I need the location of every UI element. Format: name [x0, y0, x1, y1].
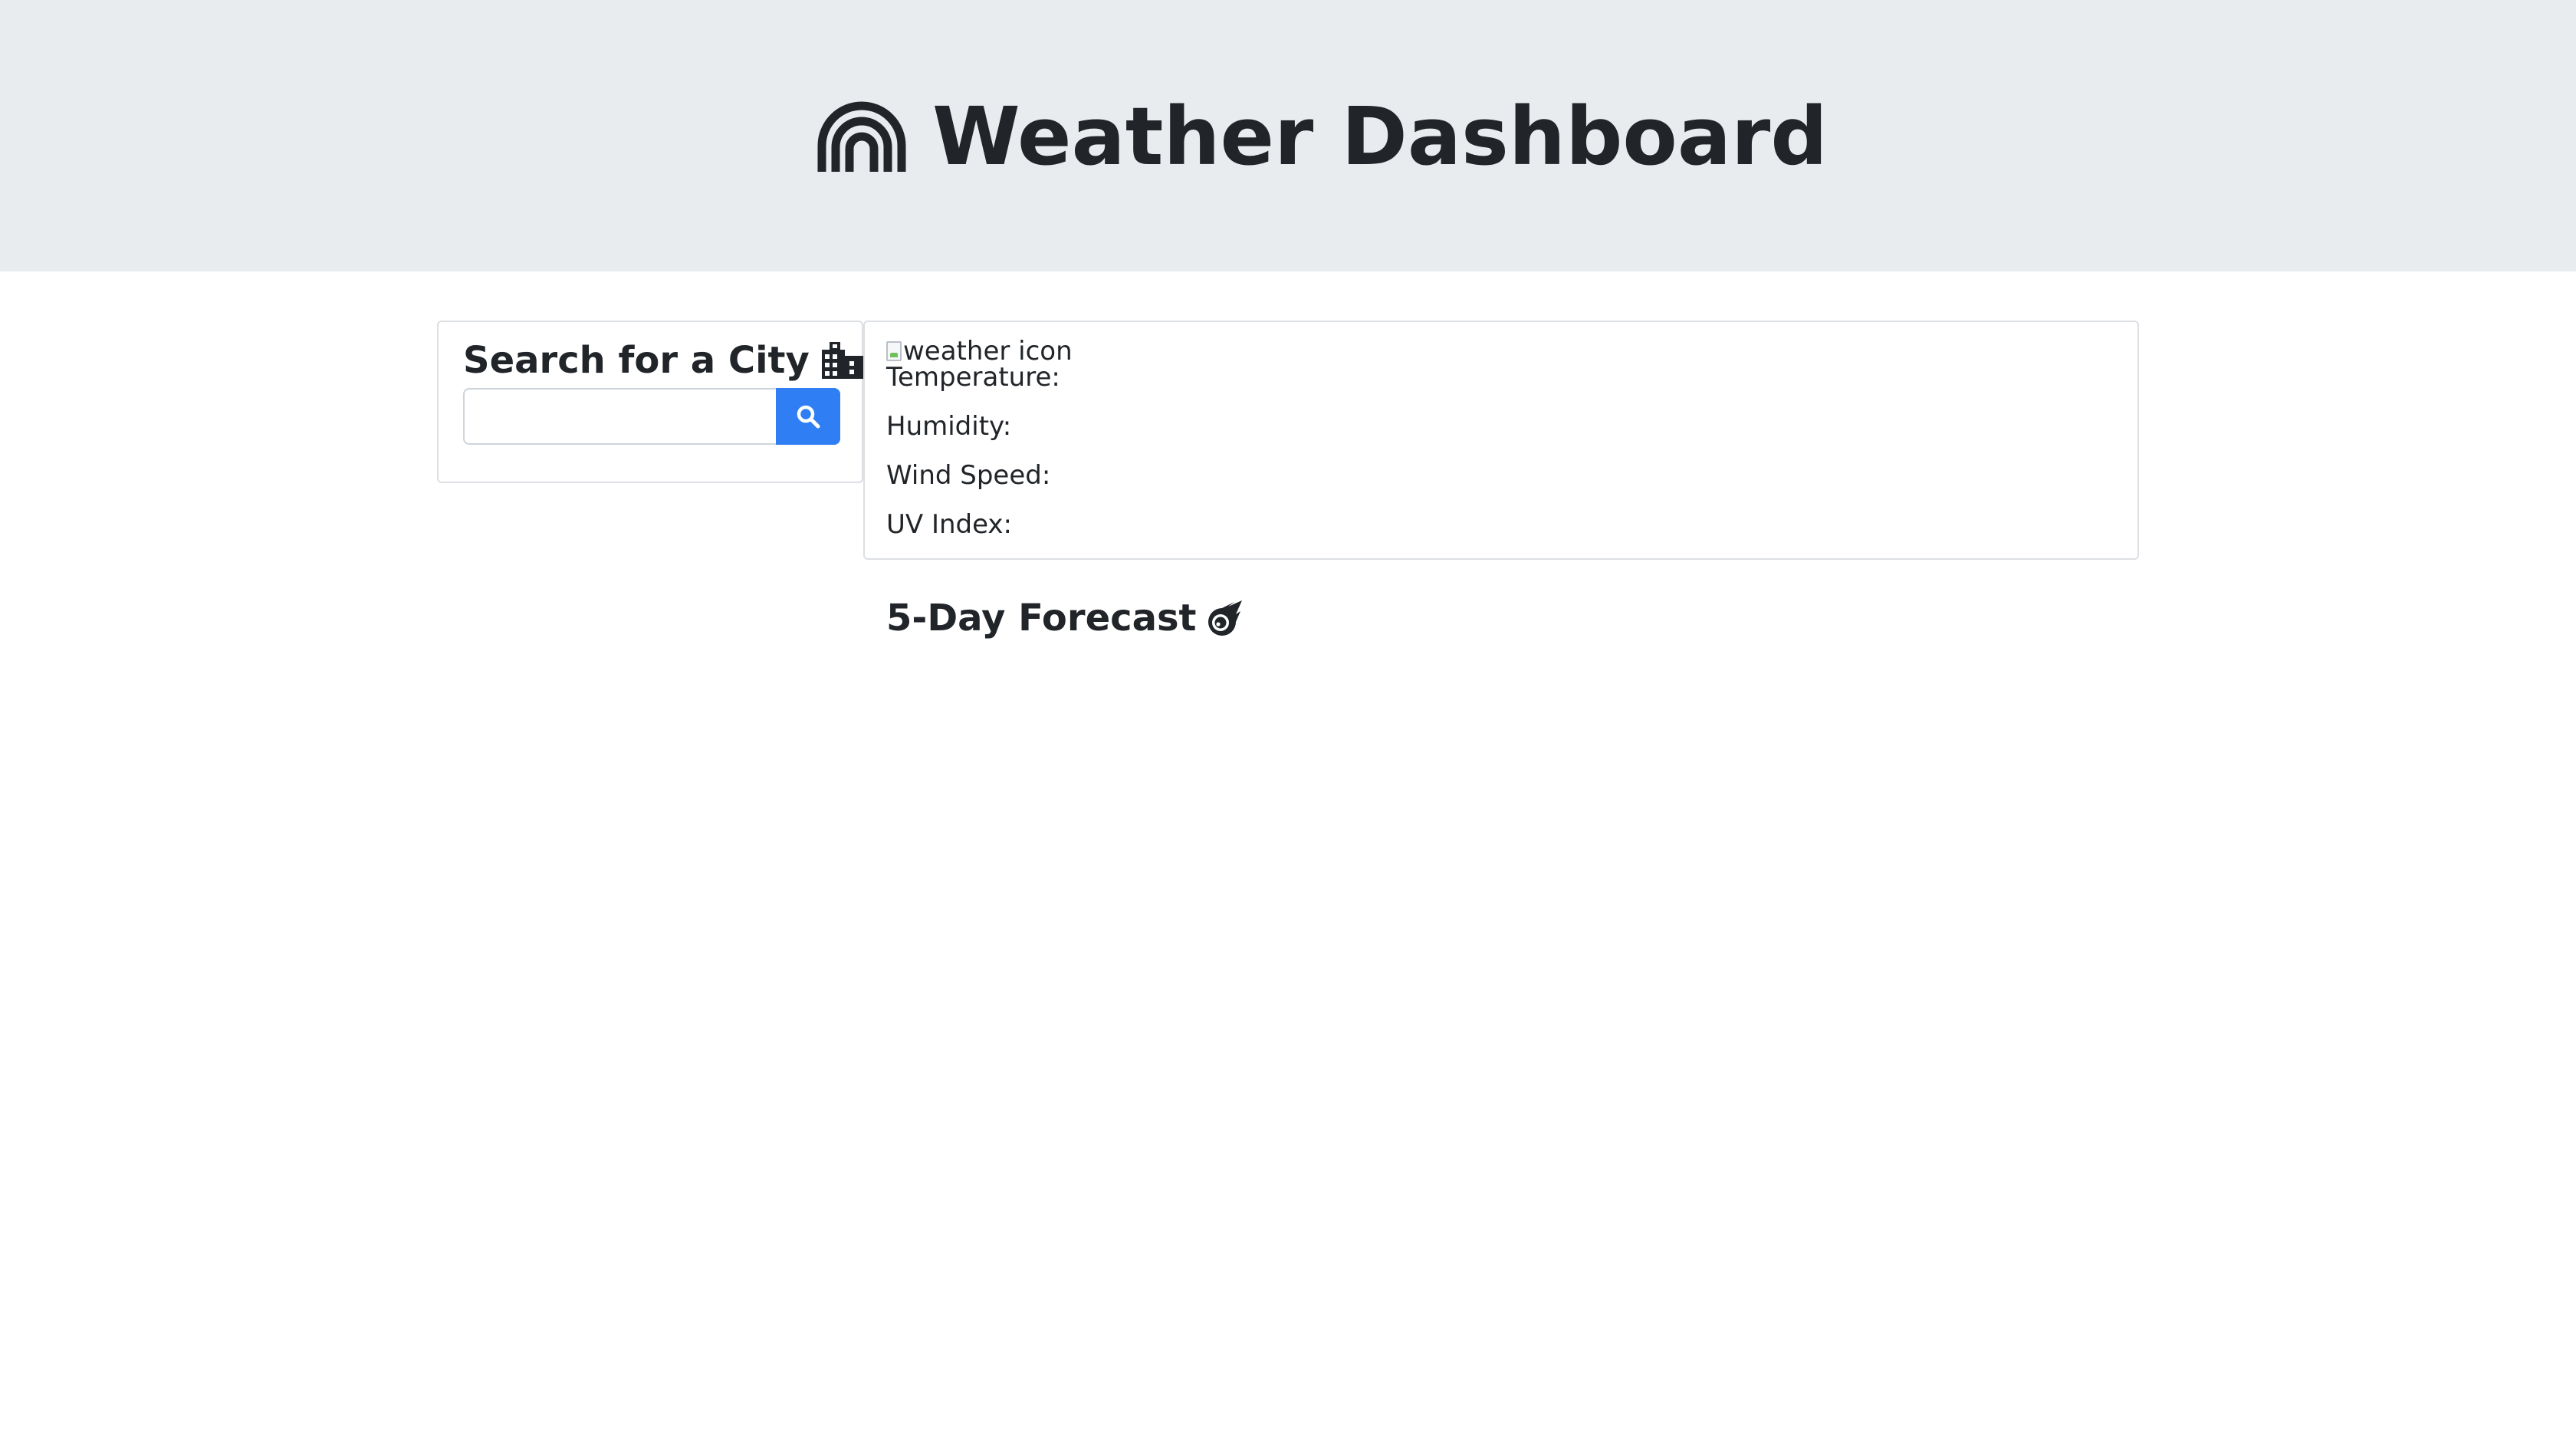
uv-index-label: UV Index: — [886, 509, 1013, 540]
search-icon — [797, 405, 820, 429]
city-icon — [821, 342, 863, 379]
search-panel: Search for a City — [437, 321, 863, 483]
page-title: Weather Dashboard — [817, 90, 1828, 183]
forecast-heading: 5-Day Forecast — [886, 590, 1244, 646]
current-weather-panel: weather icon Temperature: Humidity: Wind… — [863, 321, 2139, 560]
search-heading-text: Search for a City — [463, 339, 810, 382]
meteor-icon — [1208, 600, 1243, 636]
broken-image-icon — [886, 341, 902, 361]
forecast-heading-text: 5-Day Forecast — [886, 597, 1197, 640]
humidity-label: Humidity: — [886, 411, 1012, 442]
search-button[interactable] — [776, 388, 840, 445]
page-title-text: Weather Dashboard — [932, 90, 1828, 183]
city-search-input[interactable] — [463, 388, 779, 445]
temperature-label: Temperature: — [886, 362, 1060, 393]
wind-speed-label: Wind Speed: — [886, 460, 1051, 491]
rainbow-icon — [817, 101, 906, 172]
search-heading: Search for a City — [463, 333, 863, 388]
header-banner: Weather Dashboard — [0, 0, 2576, 271]
